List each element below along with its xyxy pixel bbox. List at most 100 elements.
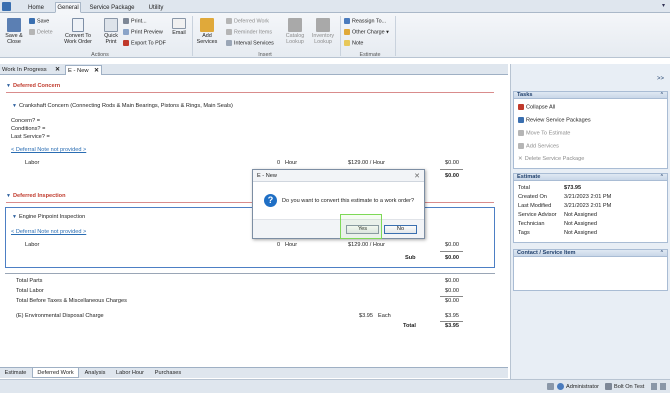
note-button[interactable]: Note: [344, 40, 363, 46]
tab-purchases[interactable]: Purchases: [151, 368, 185, 378]
doc-tab-e-new[interactable]: E - New ✕: [65, 65, 102, 75]
deferral-note-link[interactable]: < Deferral Note not provided >: [11, 229, 86, 235]
convert-to-work-order-button[interactable]: Convert To Work Order: [60, 18, 96, 45]
group-separator: [192, 16, 193, 56]
deferred-inspection-header[interactable]: ▼ Deferred Inspection: [6, 193, 66, 199]
tags-value: Not Assigned: [564, 230, 597, 236]
task-label: Collapse All: [526, 104, 556, 111]
no-button[interactable]: No: [384, 225, 417, 234]
labor-label: Labor: [25, 160, 40, 166]
collapse-triangle-icon: ▼: [12, 103, 17, 109]
task-delete-service-package[interactable]: ✕ Delete Service Package: [518, 156, 584, 162]
task-collapse-all[interactable]: Collapse All: [518, 104, 555, 110]
last-service-field: Last Service? =: [11, 134, 50, 140]
export-pdf-button[interactable]: Export To PDF: [123, 40, 166, 46]
tab-deferred-work[interactable]: Deferred Work: [32, 368, 79, 378]
help-icon[interactable]: [660, 383, 666, 390]
labor-total: $0.00: [445, 242, 459, 248]
convert-label: Convert To Work Order: [64, 33, 92, 45]
subtotal-value: $0.00: [445, 173, 459, 179]
close-icon[interactable]: ✕: [94, 66, 99, 76]
tab-estimate[interactable]: Estimate: [0, 368, 31, 378]
tab-utility[interactable]: Utility: [144, 2, 168, 13]
env-charge-label: (E) Environmental Disposal Charge: [16, 313, 104, 319]
sum-line: [440, 296, 463, 297]
reassign-to-button[interactable]: Reassign To...: [344, 18, 386, 24]
side-panel: >> Tasks ⌃ Collapse All Review Service Pa…: [510, 64, 670, 379]
tasks-panel-header[interactable]: Tasks ⌃: [513, 91, 668, 99]
doc-tab-label: Work In Progress: [2, 67, 47, 73]
other-charge-button[interactable]: Other Charge ▾: [344, 29, 389, 35]
labor-qty: 0: [277, 242, 281, 248]
pdf-icon: [123, 40, 129, 46]
contact-panel-header[interactable]: Contact / Service Item ⌃: [513, 249, 668, 257]
subtotal-line: [440, 169, 463, 170]
tags-label: Tags: [518, 230, 530, 236]
app-menu-icon[interactable]: [2, 2, 11, 11]
deferred-work-label: Deferred Work: [234, 18, 269, 25]
quick-print-button[interactable]: Quick Print: [100, 18, 122, 45]
group-label-estimate: Estimate: [359, 52, 381, 58]
tab-home[interactable]: Home: [25, 2, 47, 13]
task-add-services[interactable]: Add Services: [518, 143, 559, 149]
note-icon: [344, 40, 350, 46]
reassign-icon: [344, 18, 350, 24]
estimate-total-label: Total: [518, 185, 530, 191]
collapse-chevron-icon[interactable]: ⌃: [660, 174, 664, 181]
save-button[interactable]: Save: [29, 18, 49, 24]
building-icon: [605, 383, 612, 390]
service-item-crankshaft[interactable]: ▼ Crankshaft Concern (Connecting Rods & M…: [12, 103, 233, 109]
task-label: Delete Service Package: [524, 156, 585, 162]
company-name[interactable]: Bolt On Test: [614, 384, 644, 390]
delete-x-icon: ✕: [518, 156, 523, 162]
inventory-lookup-button[interactable]: Inventory Lookup: [309, 18, 337, 45]
other-charge-icon: [344, 29, 350, 35]
labor-qty: 0: [277, 160, 281, 166]
email-button[interactable]: Email: [170, 18, 188, 36]
interval-services-label: Interval Services: [234, 40, 274, 47]
tab-labor-hour[interactable]: Labor Hour: [112, 368, 148, 378]
add-services-icon: [200, 18, 214, 32]
print-preview-button[interactable]: Print Preview: [123, 29, 163, 35]
interval-services-button[interactable]: Interval Services: [226, 40, 274, 46]
current-user[interactable]: Administrator: [566, 384, 599, 390]
close-icon[interactable]: ✕: [55, 65, 60, 75]
reassign-label: Reassign To...: [352, 18, 387, 25]
collapse-chevron-icon[interactable]: ⌃: [660, 92, 664, 99]
tab-analysis[interactable]: Analysis: [81, 368, 109, 378]
task-review-service-packages[interactable]: Review Service Packages: [518, 117, 591, 123]
subtotal-line: [440, 251, 463, 252]
dialog-close-icon[interactable]: ✕: [414, 172, 420, 180]
task-move-to-estimate[interactable]: Move To Estimate: [518, 130, 570, 136]
group-separator: [395, 16, 396, 56]
settings-icon[interactable]: [651, 383, 657, 390]
interval-services-icon: [226, 40, 232, 46]
deferred-work-button[interactable]: Deferred Work: [226, 18, 269, 24]
add-services-button[interactable]: Add Services: [196, 18, 218, 45]
deferred-work-icon: [226, 18, 232, 24]
env-charge-total: $3.95: [445, 313, 459, 319]
yes-button-highlight: [340, 214, 382, 239]
collapse-chevron-icon[interactable]: ⌃: [660, 250, 664, 257]
reminder-items-button[interactable]: Reminder Items: [226, 29, 272, 35]
expand-panel-icon[interactable]: >>: [657, 76, 664, 82]
note-label: Note: [352, 40, 364, 47]
dialog-button-bar: Yes No: [253, 219, 424, 238]
convert-confirm-dialog: E - New ✕ ? Do you want to convert this …: [252, 169, 425, 239]
save-close-button[interactable]: Save & Close: [2, 18, 26, 45]
bottom-tab-bar: Estimate Deferred Work Analysis Labor Ho…: [0, 367, 508, 378]
deferred-concern-header[interactable]: ▼ Deferred Concern: [6, 83, 60, 89]
tab-service-package[interactable]: Service Package: [88, 2, 136, 13]
ribbon-minimize-icon[interactable]: ▾: [662, 2, 665, 9]
review-icon: [518, 117, 524, 123]
email-label: Email: [172, 30, 186, 36]
service-item-engine-inspection[interactable]: ▼ Engine Pinpoint Inspection: [12, 214, 85, 220]
print-button[interactable]: Print...: [123, 18, 147, 24]
deferral-note-link[interactable]: < Deferral Note not provided >: [11, 147, 86, 153]
total-parts-label: Total Parts: [16, 278, 43, 284]
delete-button[interactable]: Delete: [29, 29, 53, 35]
catalog-lookup-button[interactable]: Catalog Lookup: [282, 18, 308, 45]
doc-tab-work-in-progress[interactable]: Work In Progress ✕: [0, 65, 64, 75]
tab-general[interactable]: General: [55, 2, 81, 13]
estimate-panel-header[interactable]: Estimate ⌃: [513, 173, 668, 181]
